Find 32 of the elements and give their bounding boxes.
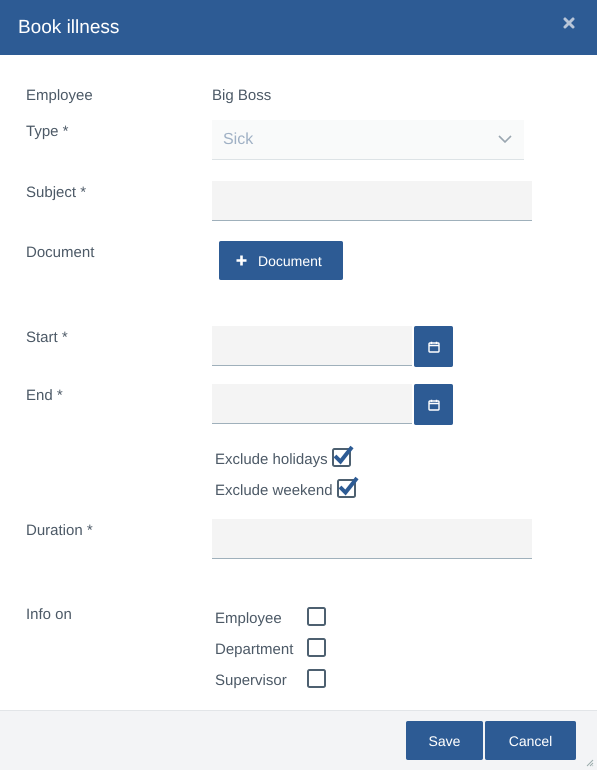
field-label: Subject * [26, 184, 86, 201]
calendar-button[interactable] [414, 326, 453, 367]
field-label: Employee [26, 87, 93, 104]
field-label: Start * [26, 329, 68, 346]
field-value: Big Boss [212, 87, 272, 104]
calendar-button[interactable] [414, 384, 453, 425]
cancel-button[interactable]: Cancel [485, 721, 576, 760]
date-field[interactable] [212, 326, 412, 366]
field-label: End * [26, 387, 63, 404]
calendar-icon [428, 398, 440, 410]
checkbox[interactable] [330, 444, 354, 468]
field-label: Type * [26, 123, 69, 140]
close-icon[interactable] [563, 17, 575, 29]
calendar-icon [428, 340, 440, 352]
add-document-button[interactable]: Document [219, 241, 343, 280]
field-label: Document [26, 244, 94, 261]
save-button[interactable]: Save [406, 721, 483, 760]
input-field[interactable] [212, 181, 532, 221]
checkbox-label: Supervisor [215, 672, 288, 689]
checkbox-label: Employee [215, 610, 283, 627]
field-label: Duration * [26, 522, 93, 539]
resize-grip-icon[interactable] [586, 759, 594, 767]
chevron-down-icon [498, 135, 512, 144]
dialog-title: Book illness [18, 16, 120, 38]
field-label: Info on [26, 606, 72, 623]
date-field[interactable] [212, 384, 412, 424]
checkbox-label: Exclude holidays [215, 451, 328, 468]
checkbox-label: Department [215, 641, 294, 658]
plus-icon [236, 255, 247, 266]
input-field[interactable] [212, 519, 532, 559]
checkbox[interactable] [334, 475, 359, 499]
checkbox-label: Exclude weekend [215, 482, 333, 499]
